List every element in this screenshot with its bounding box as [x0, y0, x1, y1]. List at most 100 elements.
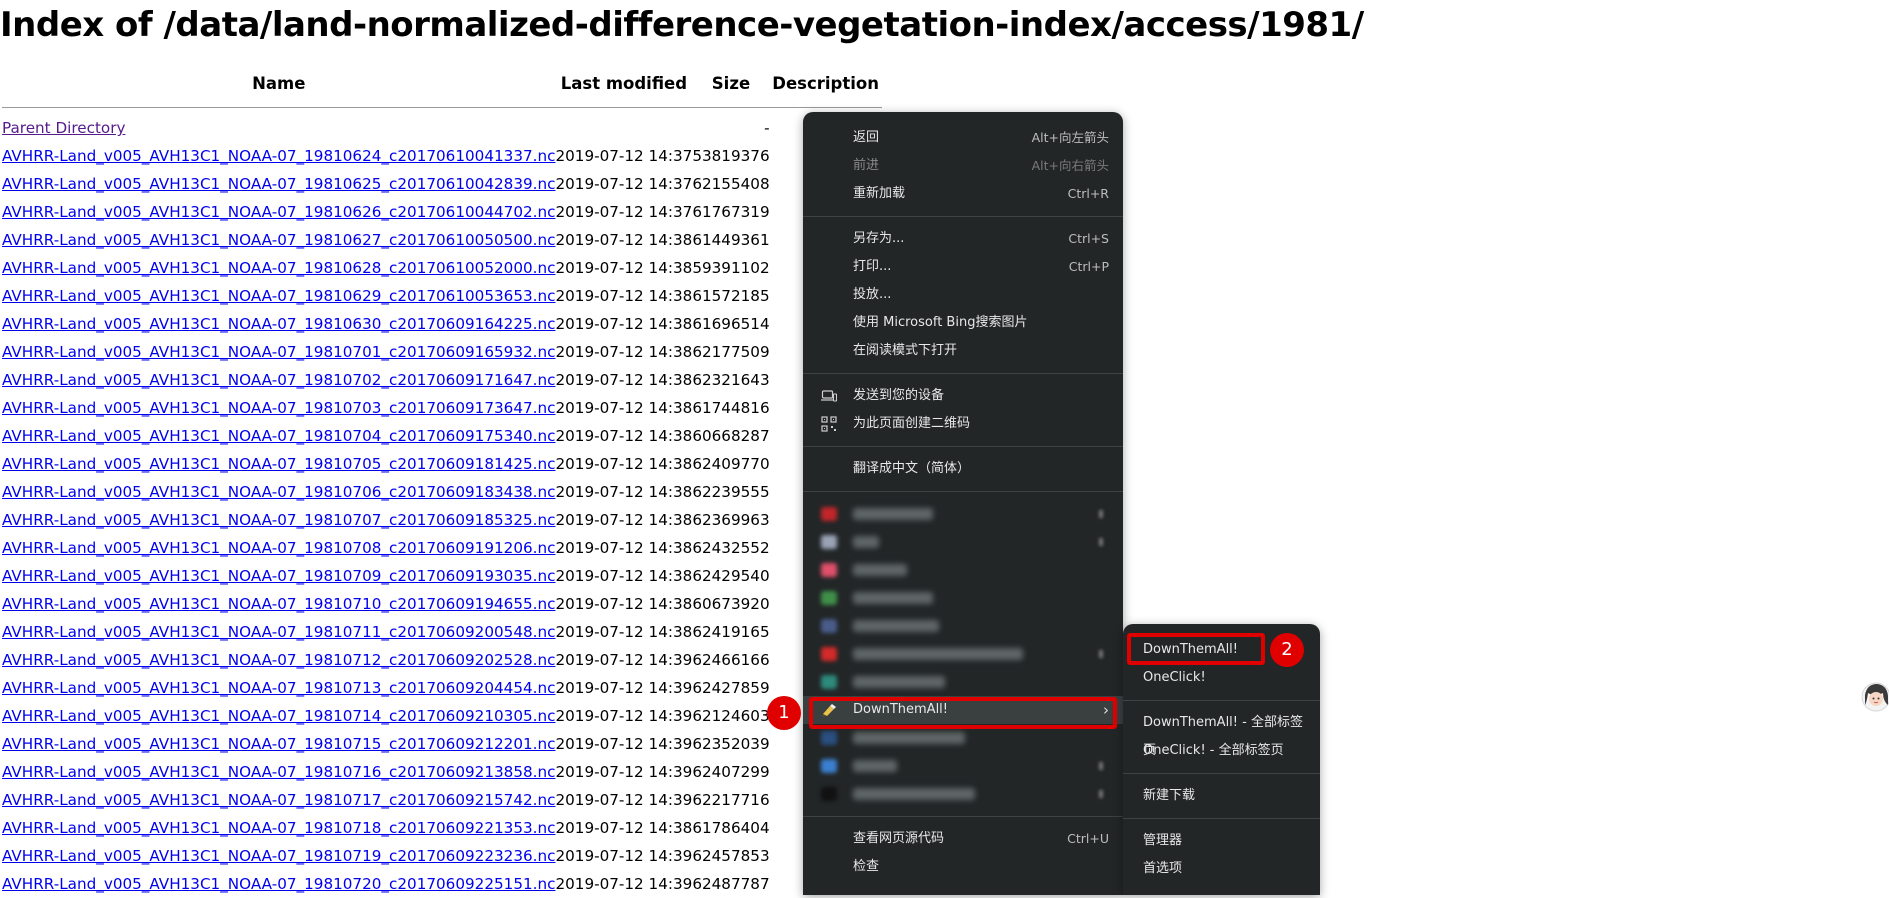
- submenu-item-new-download[interactable]: 新建下载: [1123, 782, 1320, 810]
- menu-item-print[interactable]: 打印... Ctrl+P: [803, 253, 1123, 281]
- size-cell: 61696514: [692, 315, 770, 333]
- blurred-label: [853, 675, 945, 688]
- menu-item-label: 检查: [853, 859, 880, 874]
- file-link[interactable]: AVHRR-Land_v005_AVH13C1_NOAA-07_19810629…: [2, 287, 555, 305]
- menu-item-extension-blurred[interactable]: [803, 584, 1123, 612]
- col-last-modified-header[interactable]: Last modified: [555, 66, 692, 100]
- table-row: AVHRR-Land_v005_AVH13C1_NOAA-07_19810717…: [2, 786, 882, 814]
- file-link[interactable]: AVHRR-Land_v005_AVH13C1_NOAA-07_19810712…: [2, 651, 555, 669]
- menu-item-reader-mode[interactable]: 在阅读模式下打开: [803, 337, 1123, 365]
- menu-item-extension-blurred[interactable]: [803, 752, 1123, 780]
- file-link[interactable]: AVHRR-Land_v005_AVH13C1_NOAA-07_19810713…: [2, 679, 555, 697]
- file-link[interactable]: AVHRR-Land_v005_AVH13C1_NOAA-07_19810703…: [2, 399, 555, 417]
- file-link[interactable]: AVHRR-Land_v005_AVH13C1_NOAA-07_19810624…: [2, 147, 555, 165]
- submenu-item-preferences[interactable]: 首选项: [1123, 855, 1320, 883]
- menu-item-qr-code[interactable]: 为此页面创建二维码: [803, 410, 1123, 438]
- file-link[interactable]: AVHRR-Land_v005_AVH13C1_NOAA-07_19810627…: [2, 231, 555, 249]
- table-row: AVHRR-Land_v005_AVH13C1_NOAA-07_19810708…: [2, 534, 882, 562]
- last-modified-cell: 2019-07-12 14:39: [555, 763, 693, 781]
- blurred-label: [853, 647, 1023, 660]
- menu-item-inspect[interactable]: 检查: [803, 853, 1123, 881]
- file-link[interactable]: AVHRR-Land_v005_AVH13C1_NOAA-07_19810630…: [2, 315, 555, 333]
- menu-item-extension-blurred[interactable]: [803, 556, 1123, 584]
- file-link[interactable]: AVHRR-Land_v005_AVH13C1_NOAA-07_19810716…: [2, 763, 555, 781]
- menu-item-extension-blurred[interactable]: [803, 500, 1123, 528]
- col-name-header[interactable]: Name: [2, 66, 555, 100]
- submenu-item-downthemall-all-tabs[interactable]: DownThemAll! - 全部标签页: [1123, 709, 1320, 758]
- file-link[interactable]: AVHRR-Land_v005_AVH13C1_NOAA-07_19810711…: [2, 623, 555, 641]
- file-link[interactable]: AVHRR-Land_v005_AVH13C1_NOAA-07_19810705…: [2, 455, 555, 473]
- table-row: AVHRR-Land_v005_AVH13C1_NOAA-07_19810627…: [2, 226, 882, 254]
- table-row: AVHRR-Land_v005_AVH13C1_NOAA-07_19810718…: [2, 814, 882, 842]
- file-link[interactable]: AVHRR-Land_v005_AVH13C1_NOAA-07_19810709…: [2, 567, 555, 585]
- menu-item-view-source[interactable]: 查看网页源代码 Ctrl+U: [803, 825, 1123, 853]
- menu-item-label: 投放...: [853, 287, 892, 302]
- divider: [2, 106, 882, 108]
- file-link[interactable]: AVHRR-Land_v005_AVH13C1_NOAA-07_19810720…: [2, 875, 555, 893]
- menu-item-back[interactable]: 返回 Alt+向左箭头: [803, 124, 1123, 152]
- menu-item-forward[interactable]: 前进 Alt+向右箭头: [803, 152, 1123, 180]
- last-modified-cell: 2019-07-12 14:37: [555, 203, 693, 221]
- shortcut-label: Ctrl+S: [1068, 231, 1109, 246]
- file-link[interactable]: AVHRR-Land_v005_AVH13C1_NOAA-07_19810626…: [2, 203, 555, 221]
- file-link[interactable]: AVHRR-Land_v005_AVH13C1_NOAA-07_19810714…: [2, 707, 555, 725]
- step-badge-1: 1: [767, 696, 801, 730]
- last-modified-cell: 2019-07-12 14:38: [555, 539, 693, 557]
- menu-item-extension-blurred[interactable]: [803, 612, 1123, 640]
- file-link[interactable]: AVHRR-Land_v005_AVH13C1_NOAA-07_19810625…: [2, 175, 555, 193]
- last-modified-cell: 2019-07-12 14:38: [555, 427, 693, 445]
- last-modified-cell: 2019-07-12 14:38: [555, 623, 693, 641]
- table-row: AVHRR-Land_v005_AVH13C1_NOAA-07_19810624…: [2, 142, 882, 170]
- menu-item-extension-blurred[interactable]: [803, 640, 1123, 668]
- menu-item-bing-search[interactable]: 使用 Microsoft Bing搜索图片: [803, 309, 1123, 337]
- col-size-header[interactable]: Size: [692, 66, 769, 100]
- file-listing-table: Name Last modified Size Description Pare…: [2, 66, 882, 898]
- submenu-item-manager[interactable]: 管理器: [1123, 827, 1320, 855]
- menu-divider: [803, 816, 1123, 817]
- menu-item-save-as[interactable]: 另存为... Ctrl+S: [803, 225, 1123, 253]
- submenu-item-oneclick-all-tabs[interactable]: OneClick! - 全部标签页: [1123, 737, 1320, 765]
- file-link[interactable]: AVHRR-Land_v005_AVH13C1_NOAA-07_19810702…: [2, 371, 555, 389]
- menu-item-extension-blurred[interactable]: [803, 528, 1123, 556]
- submenu-item-oneclick[interactable]: OneClick!: [1123, 664, 1320, 692]
- parent-directory-link[interactable]: Parent Directory: [2, 119, 125, 137]
- col-description-header[interactable]: Description: [770, 66, 882, 100]
- submenu-indicator: [1099, 790, 1103, 798]
- menu-item-reload[interactable]: 重新加载 Ctrl+R: [803, 180, 1123, 208]
- menu-item-label: 首选项: [1143, 861, 1183, 876]
- table-row: AVHRR-Land_v005_AVH13C1_NOAA-07_19810706…: [2, 478, 882, 506]
- file-link[interactable]: AVHRR-Land_v005_AVH13C1_NOAA-07_19810718…: [2, 819, 555, 837]
- menu-item-send-to-device[interactable]: 发送到您的设备: [803, 382, 1123, 410]
- last-modified-cell: 2019-07-12 14:37: [555, 147, 693, 165]
- last-modified-cell: 2019-07-12 14:39: [555, 651, 693, 669]
- blurred-label: [853, 535, 879, 548]
- file-link[interactable]: AVHRR-Land_v005_AVH13C1_NOAA-07_19810628…: [2, 259, 555, 277]
- menu-item-label: 为此页面创建二维码: [853, 416, 971, 431]
- file-link[interactable]: AVHRR-Land_v005_AVH13C1_NOAA-07_19810708…: [2, 539, 555, 557]
- table-row: AVHRR-Land_v005_AVH13C1_NOAA-07_19810719…: [2, 842, 882, 870]
- menu-item-cast[interactable]: 投放...: [803, 281, 1123, 309]
- menu-item-extension-blurred[interactable]: [803, 668, 1123, 696]
- file-link[interactable]: AVHRR-Land_v005_AVH13C1_NOAA-07_19810701…: [2, 343, 555, 361]
- file-link[interactable]: AVHRR-Land_v005_AVH13C1_NOAA-07_19810704…: [2, 427, 555, 445]
- blurred-label: [853, 563, 907, 576]
- file-link[interactable]: AVHRR-Land_v005_AVH13C1_NOAA-07_19810715…: [2, 735, 555, 753]
- highlight-box-submenu-downthemall: [1127, 633, 1265, 665]
- menu-item-label: 新建下载: [1143, 788, 1196, 803]
- last-modified-cell: 2019-07-12 14:38: [555, 371, 693, 389]
- table-row: AVHRR-Land_v005_AVH13C1_NOAA-07_19810713…: [2, 674, 882, 702]
- menu-item-translate[interactable]: 翻译成中文（简体）: [803, 455, 1123, 483]
- menu-item-extension-blurred[interactable]: [803, 780, 1123, 808]
- file-link[interactable]: AVHRR-Land_v005_AVH13C1_NOAA-07_19810707…: [2, 511, 555, 529]
- table-row: AVHRR-Land_v005_AVH13C1_NOAA-07_19810703…: [2, 394, 882, 422]
- file-link[interactable]: AVHRR-Land_v005_AVH13C1_NOAA-07_19810706…: [2, 483, 555, 501]
- size-cell: 61449361: [692, 231, 770, 249]
- file-link[interactable]: AVHRR-Land_v005_AVH13C1_NOAA-07_19810710…: [2, 595, 555, 613]
- menu-item-label: 使用 Microsoft Bing搜索图片: [853, 315, 1028, 330]
- menu-item-label: 前进: [853, 158, 880, 173]
- assistant-avatar-icon[interactable]: [1859, 679, 1889, 715]
- file-link[interactable]: AVHRR-Land_v005_AVH13C1_NOAA-07_19810719…: [2, 847, 555, 865]
- file-link[interactable]: AVHRR-Land_v005_AVH13C1_NOAA-07_19810717…: [2, 791, 555, 809]
- table-row: AVHRR-Land_v005_AVH13C1_NOAA-07_19810628…: [2, 254, 882, 282]
- table-row: AVHRR-Land_v005_AVH13C1_NOAA-07_19810705…: [2, 450, 882, 478]
